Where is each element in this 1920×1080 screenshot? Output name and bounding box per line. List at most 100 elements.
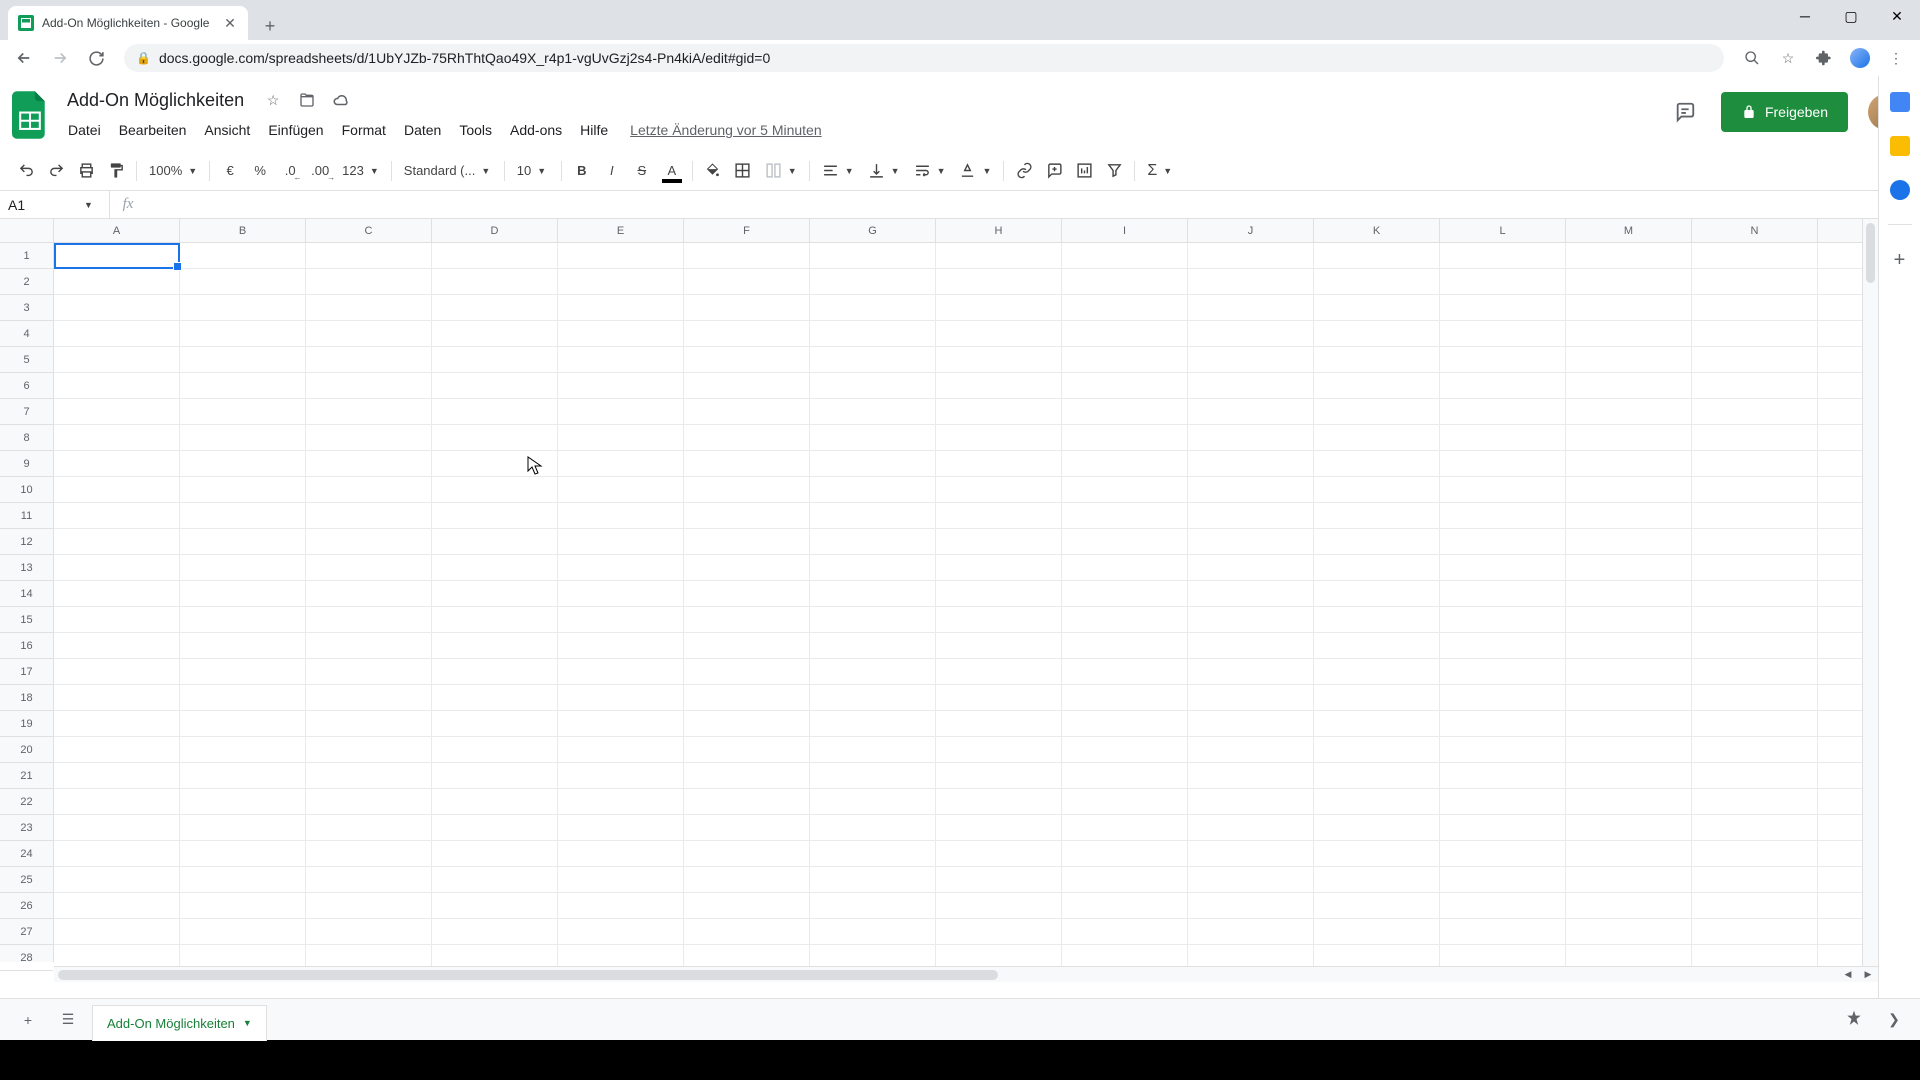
cell[interactable] [1062, 919, 1188, 944]
cell[interactable] [1062, 815, 1188, 840]
cell[interactable] [810, 529, 936, 554]
cell[interactable] [432, 399, 558, 424]
cell[interactable] [1188, 841, 1314, 866]
cell[interactable] [306, 685, 432, 710]
cell[interactable] [1188, 399, 1314, 424]
cell[interactable] [936, 607, 1062, 632]
cell[interactable] [1566, 737, 1692, 762]
cell[interactable] [306, 893, 432, 918]
increase-decimal-button[interactable]: .00→ [306, 157, 334, 185]
back-button[interactable] [8, 42, 40, 74]
cell[interactable] [1692, 399, 1818, 424]
cell[interactable] [1314, 685, 1440, 710]
star-icon[interactable]: ☆ [261, 88, 285, 112]
cell[interactable] [810, 269, 936, 294]
column-header[interactable]: M [1566, 219, 1692, 242]
cell[interactable] [1314, 243, 1440, 268]
borders-button[interactable] [729, 157, 757, 185]
cell[interactable] [684, 633, 810, 658]
cell[interactable] [180, 347, 306, 372]
cell[interactable] [810, 659, 936, 684]
cell[interactable] [432, 659, 558, 684]
fill-color-button[interactable] [699, 157, 727, 185]
cell[interactable] [936, 711, 1062, 736]
cell[interactable] [936, 763, 1062, 788]
cell[interactable] [684, 841, 810, 866]
cell[interactable] [432, 685, 558, 710]
cell[interactable] [936, 295, 1062, 320]
row-header[interactable]: 22 [0, 789, 53, 815]
cell[interactable] [1566, 711, 1692, 736]
cell[interactable] [1566, 399, 1692, 424]
chevron-down-icon[interactable]: ▼ [84, 200, 93, 210]
sheet-tab[interactable]: Add-On Möglichkeiten ▼ [92, 1005, 267, 1041]
cell[interactable] [180, 607, 306, 632]
cell[interactable] [306, 269, 432, 294]
cell[interactable] [684, 399, 810, 424]
scroll-left-icon[interactable]: ◀ [1838, 967, 1858, 982]
cell[interactable] [684, 243, 810, 268]
cell[interactable] [1062, 581, 1188, 606]
column-header[interactable]: A [54, 219, 180, 242]
sheets-logo[interactable] [10, 88, 50, 142]
cell[interactable] [1314, 555, 1440, 580]
tasks-icon[interactable] [1890, 180, 1910, 200]
cell[interactable] [684, 763, 810, 788]
cell[interactable] [936, 529, 1062, 554]
cell[interactable] [936, 399, 1062, 424]
cell[interactable] [558, 477, 684, 502]
cell[interactable] [1440, 373, 1566, 398]
zoom-select[interactable]: 100%▼ [143, 158, 203, 184]
cell[interactable] [54, 633, 180, 658]
row-header[interactable]: 26 [0, 893, 53, 919]
cell[interactable] [180, 295, 306, 320]
column-header[interactable]: J [1188, 219, 1314, 242]
cell[interactable] [936, 659, 1062, 684]
menu-data[interactable]: Daten [396, 118, 449, 142]
column-header[interactable]: H [936, 219, 1062, 242]
cell[interactable] [306, 919, 432, 944]
cell[interactable] [1692, 815, 1818, 840]
cell[interactable] [306, 451, 432, 476]
cell[interactable] [180, 867, 306, 892]
row-header[interactable]: 11 [0, 503, 53, 529]
cell[interactable] [1692, 243, 1818, 268]
cell[interactable] [684, 607, 810, 632]
cell[interactable] [432, 867, 558, 892]
cell[interactable] [1440, 737, 1566, 762]
cell[interactable] [1188, 789, 1314, 814]
cell[interactable] [432, 347, 558, 372]
cell[interactable] [1440, 477, 1566, 502]
cell[interactable] [684, 425, 810, 450]
cell[interactable] [180, 399, 306, 424]
cell[interactable] [684, 685, 810, 710]
cell[interactable] [432, 919, 558, 944]
cell[interactable] [432, 503, 558, 528]
cell[interactable] [432, 815, 558, 840]
merge-cells-button[interactable]: ▼ [759, 158, 803, 184]
cell[interactable] [684, 373, 810, 398]
cell[interactable] [1188, 347, 1314, 372]
cell[interactable] [1188, 321, 1314, 346]
cell[interactable] [558, 373, 684, 398]
profile-avatar-small[interactable] [1844, 42, 1876, 74]
cell[interactable] [1440, 789, 1566, 814]
cell[interactable] [1566, 295, 1692, 320]
cell[interactable] [1314, 399, 1440, 424]
cell[interactable] [558, 685, 684, 710]
cell[interactable] [432, 711, 558, 736]
cell[interactable] [936, 555, 1062, 580]
cell[interactable] [1062, 685, 1188, 710]
row-header[interactable]: 23 [0, 815, 53, 841]
cell[interactable] [54, 295, 180, 320]
formula-input[interactable] [146, 191, 1920, 218]
cell[interactable] [684, 893, 810, 918]
row-header[interactable]: 19 [0, 711, 53, 737]
cell[interactable] [1062, 425, 1188, 450]
font-select[interactable]: Standard (...▼ [398, 158, 498, 184]
cell[interactable] [180, 789, 306, 814]
cell[interactable] [180, 763, 306, 788]
cell[interactable] [558, 503, 684, 528]
column-header[interactable]: I [1062, 219, 1188, 242]
cell[interactable] [1062, 555, 1188, 580]
